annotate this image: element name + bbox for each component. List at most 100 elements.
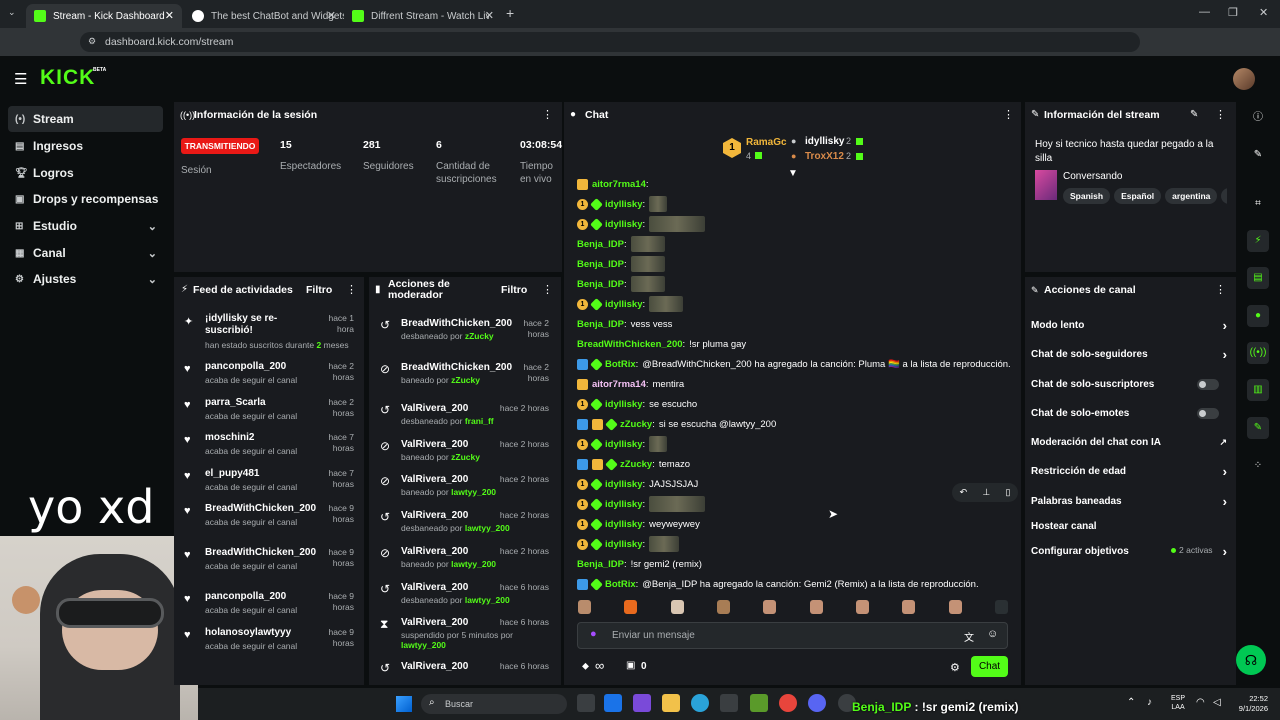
chat-message[interactable]: 1 idyllisky: — [577, 215, 706, 233]
chat-username[interactable]: aitor7rma14 — [592, 379, 646, 390]
emote-icon[interactable] — [902, 600, 916, 614]
task-view-icon[interactable] — [577, 694, 595, 712]
session-menu-icon[interactable]: ⋮ — [542, 108, 553, 121]
emote-icon[interactable] — [948, 600, 962, 614]
emote-icon[interactable] — [716, 600, 730, 614]
chat-message[interactable]: Benja_IDP: — [577, 275, 665, 293]
close-tab-icon[interactable]: ✕ — [165, 9, 174, 22]
chat-settings-icon[interactable]: ⚙ — [950, 661, 960, 674]
chat-message[interactable]: 1 idyllisky: weyweywey — [577, 515, 700, 533]
chat-message[interactable]: Benja_IDP: — [577, 235, 665, 253]
wifi-icon[interactable]: ◠ — [1196, 697, 1205, 708]
chat-message[interactable]: 1 idyllisky: — [577, 535, 680, 553]
outlook-icon[interactable] — [604, 694, 622, 712]
broadcast-icon[interactable]: ((•)) — [1247, 342, 1269, 364]
wrench-icon[interactable]: ✎ — [1247, 417, 1269, 439]
tab-kick-dashboard[interactable]: Stream - Kick Dashboard ✕ — [26, 4, 182, 28]
tag[interactable]: Español — [1114, 188, 1162, 204]
connections-icon[interactable]: ⁘ — [1247, 455, 1269, 477]
support-headset-icon[interactable]: ☊ — [1236, 645, 1266, 675]
chat-username[interactable]: Benja_IDP — [577, 279, 624, 290]
chat-username[interactable]: Benja_IDP — [577, 259, 624, 270]
emote-icon[interactable] — [809, 600, 823, 614]
minecraft-icon[interactable] — [750, 694, 768, 712]
capture-icon[interactable]: ⌗ — [1247, 193, 1269, 215]
chat-message[interactable]: aitor7rma14: mentira — [577, 375, 684, 393]
chat-message[interactable]: Benja_IDP: — [577, 255, 665, 273]
file-explorer-icon[interactable] — [662, 694, 680, 712]
mod-filter-button[interactable]: Filtro — [501, 284, 527, 296]
sidebar-item-drops[interactable]: ▣ Drops y recompensas — [8, 186, 163, 212]
chat-message[interactable]: 1 idyllisky: — [577, 495, 706, 513]
edit-icon[interactable]: ✎ — [1190, 109, 1198, 120]
chat-icon[interactable]: ● — [1247, 305, 1269, 327]
microphone-icon[interactable]: ● — [590, 628, 597, 640]
sidebar-item-ingresos[interactable]: ▤ Ingresos — [8, 133, 163, 159]
delete-icon[interactable]: ▯ — [1005, 487, 1010, 498]
expand-leaderboard-icon[interactable]: ▼ — [788, 168, 798, 179]
emote-icon[interactable] — [855, 600, 869, 614]
followers-only-row[interactable]: Chat de solo-seguidores › — [1031, 346, 1227, 362]
discord-icon[interactable] — [808, 694, 826, 712]
mic-tray-icon[interactable]: ♪ — [1147, 697, 1152, 708]
chat-message[interactable]: zZucky: si se escucha @lawtyy_200 — [577, 415, 776, 433]
ai-moderation-row[interactable]: Moderación del chat con IA ↗ — [1031, 434, 1227, 450]
feed-menu-icon[interactable]: ⋮ — [346, 283, 357, 296]
emote-icon[interactable] — [670, 600, 684, 614]
chat-username[interactable]: zZucky — [620, 459, 652, 470]
new-tab-button[interactable]: + — [506, 5, 514, 21]
tag[interactable]: Spanish — [1063, 188, 1111, 204]
chat-menu-icon[interactable]: ⋮ — [1003, 108, 1014, 121]
chat-username[interactable]: idyllisky — [605, 439, 643, 450]
chat-username[interactable]: BotRix — [605, 579, 636, 590]
stream-info-menu-icon[interactable]: ⋮ — [1215, 108, 1226, 121]
chat-message[interactable]: Benja_IDP: !sr gemi2 (remix) — [577, 555, 702, 573]
send-chat-button[interactable]: Chat — [971, 656, 1008, 677]
document-icon[interactable]: ▤ — [1247, 267, 1269, 289]
clock[interactable]: 22:52 9/1/2026 — [1232, 694, 1268, 714]
subs-only-toggle[interactable] — [1197, 378, 1219, 390]
chat-username[interactable]: aitor7rma14 — [592, 179, 646, 190]
emote-icon[interactable] — [578, 600, 591, 614]
maximize-icon[interactable]: ❐ — [1228, 6, 1238, 19]
emote-icon[interactable] — [994, 600, 1008, 614]
sidebar-item-canal[interactable]: ▦ Canal ⌄ — [8, 240, 163, 266]
chat-username[interactable]: idyllisky — [605, 499, 643, 510]
slow-mode-row[interactable]: Modo lento › — [1031, 317, 1227, 333]
sidebar-item-ajustes[interactable]: ⚙ Ajustes ⌄ — [8, 266, 163, 292]
chat-message[interactable]: BotRix: @BreadWithChicken_200 ha agregado… — [577, 355, 1011, 373]
chat-username[interactable]: idyllisky — [605, 299, 643, 310]
points-icon[interactable]: ⬥ — [582, 661, 589, 672]
kick-logo[interactable]: KICK — [40, 66, 95, 90]
gift-box-icon[interactable]: ▣ — [626, 660, 635, 671]
minimize-icon[interactable]: — — [1199, 6, 1210, 18]
chat-username[interactable]: Benja_IDP — [577, 559, 624, 570]
chat-username[interactable]: idyllisky — [605, 219, 643, 230]
taskbar-search[interactable]: ⌕ Buscar — [421, 694, 567, 714]
chat-message[interactable]: aitor7rma14: — [577, 179, 653, 193]
channel-actions-menu-icon[interactable]: ⋮ — [1215, 283, 1226, 296]
emotes-only-toggle[interactable] — [1197, 407, 1219, 419]
site-info-icon[interactable]: ⚙ — [88, 36, 96, 47]
chat-username[interactable]: zZucky — [620, 419, 652, 430]
goals-row[interactable]: Configurar objetivos 2 activas › — [1031, 543, 1227, 559]
reply-icon[interactable]: ↶ — [960, 487, 968, 498]
edit-layout-icon[interactable]: ✎ — [1247, 144, 1269, 166]
chat-username[interactable]: BreadWithChicken_200 — [577, 339, 683, 350]
edge-icon[interactable] — [691, 694, 709, 712]
chat-message[interactable]: Benja_IDP: vess vess — [577, 315, 672, 333]
banned-words-row[interactable]: Palabras baneadas › — [1031, 493, 1227, 509]
host-channel-row[interactable]: Hostear canal — [1031, 518, 1227, 534]
sidebar-item-estudio[interactable]: ⊞ Estudio ⌄ — [8, 213, 163, 239]
chat-message[interactable]: 1 idyllisky: — [577, 435, 668, 453]
close-tab-icon[interactable]: ✕ — [327, 9, 336, 22]
chat-message[interactable]: 1 idyllisky: — [577, 195, 668, 213]
chat-input[interactable]: ● Enviar un mensaje 文 ☺ — [577, 622, 1008, 649]
feed-filter-button[interactable]: Filtro — [306, 284, 332, 296]
windows-start-icon[interactable] — [396, 696, 412, 712]
chat-username[interactable]: idyllisky — [605, 479, 643, 490]
close-window-icon[interactable]: ✕ — [1259, 6, 1268, 19]
emote-icon[interactable] — [624, 600, 638, 614]
age-restriction-row[interactable]: Restricción de edad › — [1031, 463, 1227, 479]
chat-message[interactable]: BreadWithChicken_200: !sr pluma gay — [577, 335, 746, 353]
